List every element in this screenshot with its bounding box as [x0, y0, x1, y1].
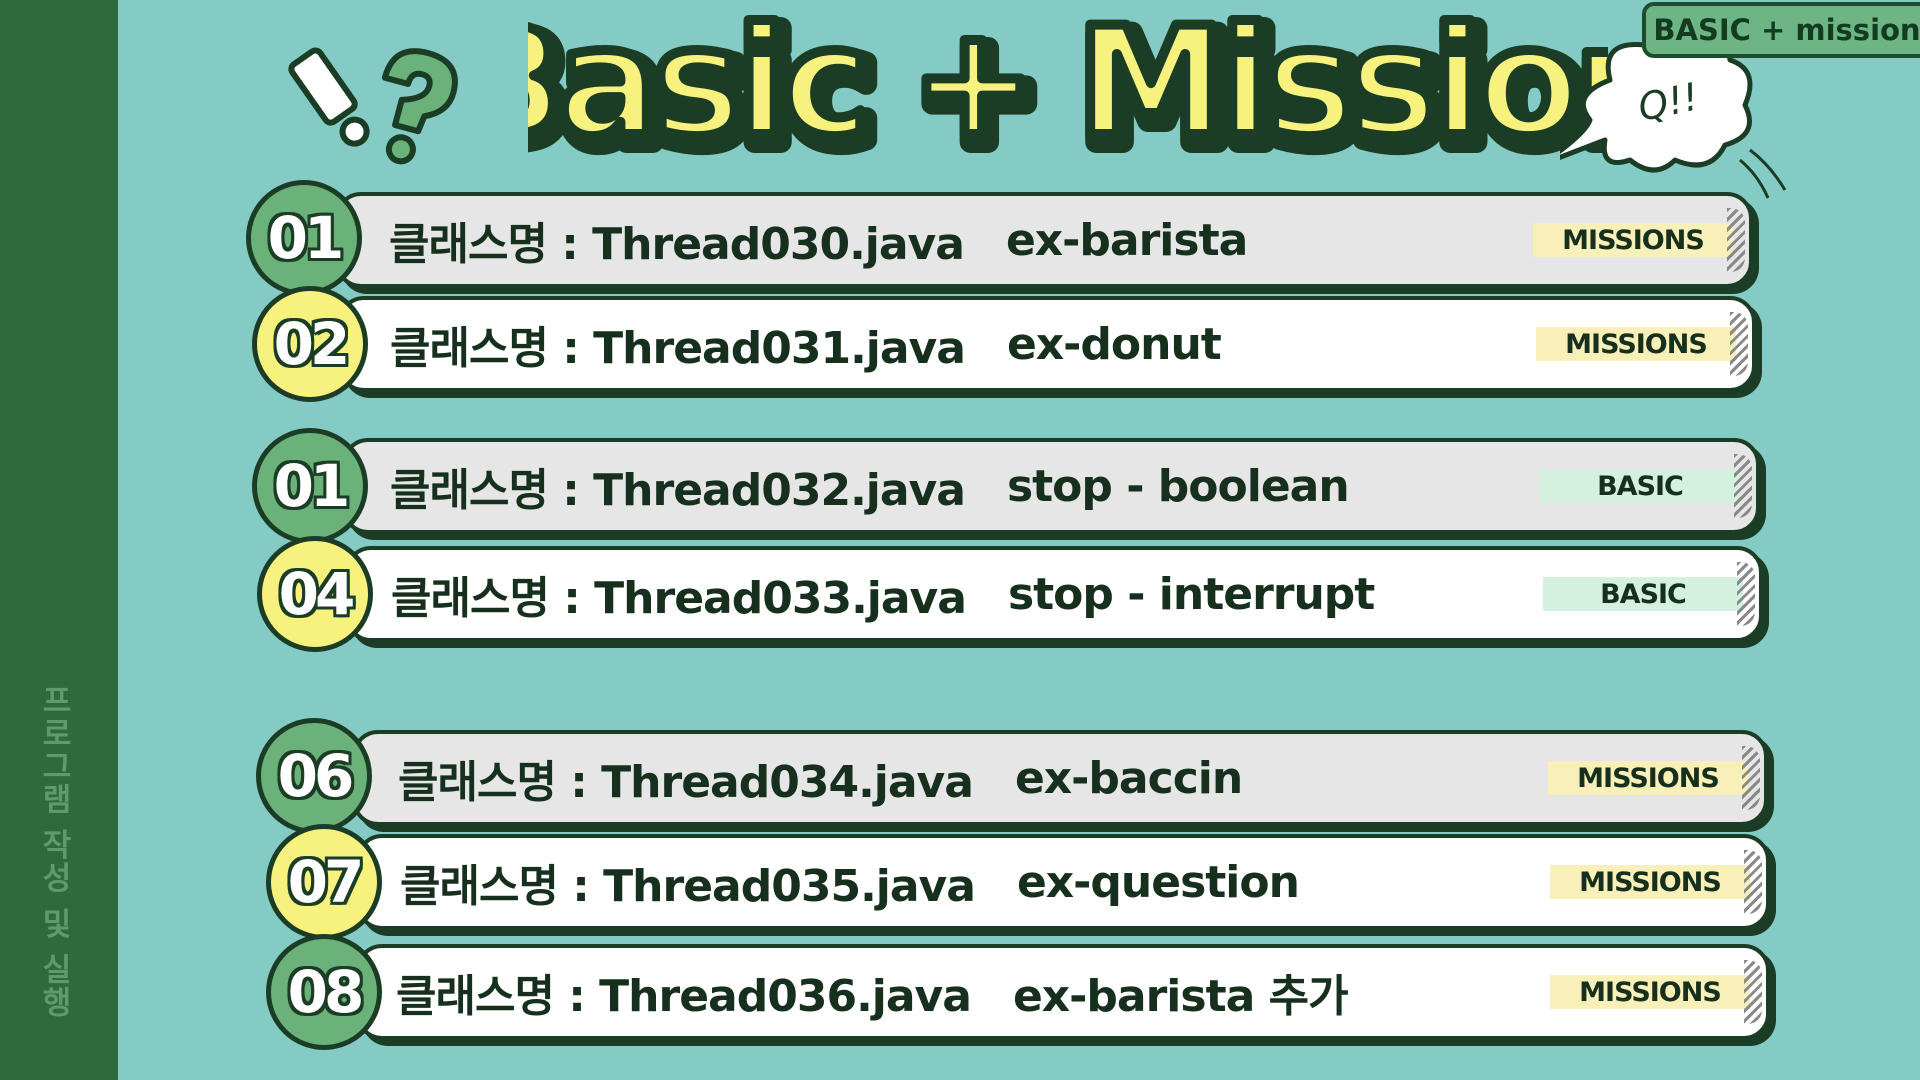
class-name: 클래스명 : Thread030.java: [389, 219, 965, 270]
class-name: 클래스명 : Thread036.java: [396, 971, 972, 1022]
left-sidebar: 프로그램 작성 및 실행: [0, 0, 118, 1080]
description: stop - interrupt: [1007, 568, 1375, 620]
number-badge: 01: [246, 180, 362, 296]
description: ex-donut: [1006, 318, 1222, 370]
hatch-decoration: [1734, 454, 1752, 518]
number-badge: 08: [266, 934, 382, 1050]
number-badge: 01: [252, 428, 368, 544]
number-badge: 04: [257, 536, 373, 652]
description: ex-barista: [1005, 214, 1248, 266]
description: ex-barista 추가: [1012, 971, 1349, 1022]
list-item[interactable]: 클래스명 : Thread031.java ex-donut MISSIONS: [338, 296, 1756, 392]
list-item[interactable]: 클래스명 : Thread034.java ex-baccin MISSIONS: [352, 730, 1768, 826]
hatch-decoration: [1742, 746, 1760, 810]
list-item[interactable]: 클래스명 : Thread030.java ex-barista MISSION…: [335, 192, 1753, 288]
mission-tag: MISSIONS: [1550, 865, 1750, 899]
number-badge: 06: [256, 718, 372, 834]
list-item[interactable]: 클래스명 : Thread036.java ex-barista 추가 MISS…: [356, 944, 1770, 1040]
mission-tag: MISSIONS: [1536, 327, 1736, 361]
class-name: 클래스명 : Thread035.java: [400, 861, 976, 912]
number-badge: 02: [252, 286, 368, 402]
number-badge: 07: [266, 824, 382, 940]
hatch-decoration: [1744, 850, 1762, 914]
class-name: 클래스명 : Thread034.java: [398, 757, 974, 808]
exclamation-question-icon: [288, 47, 458, 165]
mission-tag: MISSIONS: [1550, 975, 1750, 1009]
class-name: 클래스명 : Thread033.java: [391, 573, 967, 624]
page-title: Basic + Mission: [528, 0, 1608, 164]
hatch-decoration: [1727, 208, 1745, 272]
list-item[interactable]: 클래스명 : Thread035.java ex-question MISSIO…: [356, 834, 1770, 930]
hatch-decoration: [1730, 312, 1748, 376]
hatch-decoration: [1744, 960, 1762, 1024]
mission-tag: MISSIONS: [1533, 223, 1733, 257]
list-item[interactable]: 클래스명 : Thread032.java stop - boolean BAS…: [342, 438, 1760, 534]
description: ex-baccin: [1014, 752, 1243, 804]
mission-tag: MISSIONS: [1548, 761, 1748, 795]
title-area: Basic + Mission Basic + Mission: [528, 0, 1608, 164]
top-tag: BASIC + mission: [1642, 2, 1920, 58]
hatch-decoration: [1737, 562, 1755, 626]
description: ex-question: [1016, 856, 1300, 908]
basic-tag: BASIC: [1543, 577, 1743, 611]
description: stop - boolean: [1006, 460, 1350, 512]
list-item[interactable]: 클래스명 : Thread033.java stop - interrupt B…: [345, 546, 1763, 642]
class-name: 클래스명 : Thread032.java: [390, 465, 966, 516]
class-name: 클래스명 : Thread031.java: [390, 323, 966, 374]
basic-tag: BASIC: [1540, 469, 1740, 503]
sidebar-label: 프로그램 작성 및 실행: [35, 684, 72, 1020]
